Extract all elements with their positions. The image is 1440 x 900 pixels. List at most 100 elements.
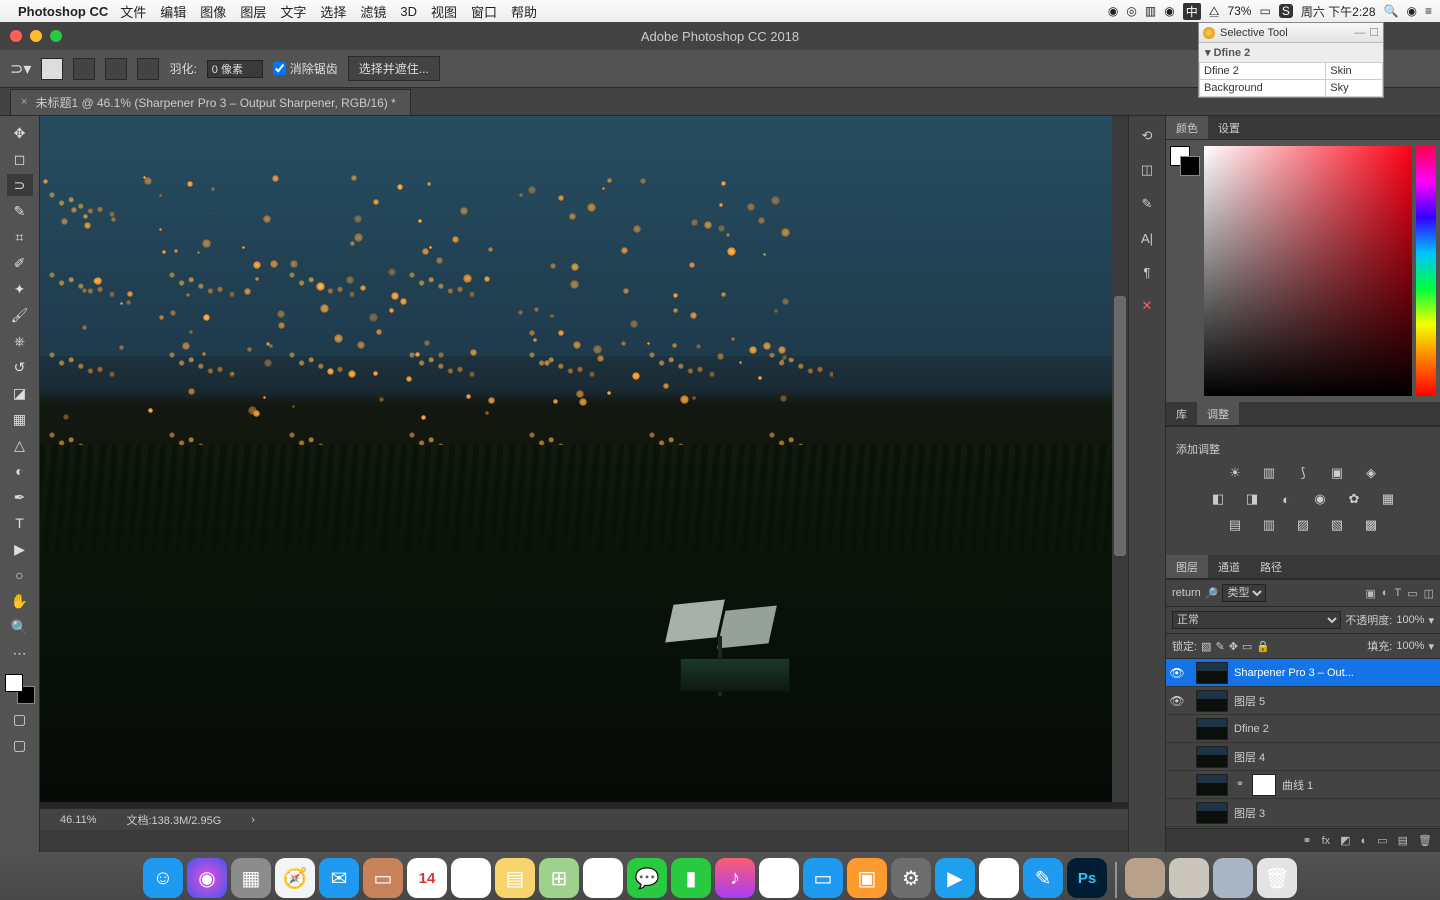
layer-name[interactable]: 图层 5 — [1234, 693, 1436, 709]
layer-thumbnail[interactable] — [1196, 774, 1228, 796]
menu-image[interactable]: 图像 — [200, 2, 226, 21]
antialias-check[interactable] — [273, 62, 286, 75]
tab-close-icon[interactable]: × — [21, 96, 27, 108]
select-and-mask-button[interactable]: 选择并遮住... — [348, 56, 440, 81]
menu-type[interactable]: 文字 — [280, 2, 306, 21]
menu-filter[interactable]: 滤镜 — [360, 2, 386, 21]
selective-cell[interactable]: Dfine 2 — [1200, 63, 1326, 80]
dock-maps-icon[interactable]: ⊞ — [539, 858, 579, 898]
antialias-checkbox[interactable]: 消除锯齿 — [273, 60, 338, 77]
vibrance-icon[interactable]: ◈ — [1361, 465, 1381, 481]
selective-cell[interactable]: Skin — [1326, 63, 1383, 80]
layer-thumbnail[interactable] — [1196, 802, 1228, 824]
layer-name[interactable]: Dfine 2 — [1234, 723, 1436, 735]
selective-tool-titlebar[interactable]: Selective Tool — ☐ — [1199, 23, 1383, 43]
tab-layers[interactable]: 图层 — [1166, 555, 1208, 578]
fill-value[interactable]: 100% — [1396, 640, 1424, 652]
dock-thumb3-icon[interactable] — [1213, 858, 1253, 898]
channel-mixer-icon[interactable]: ✿ — [1344, 491, 1364, 507]
close-panel-icon[interactable]: ✕ — [1137, 296, 1157, 316]
crop-tool[interactable]: ⌗ — [7, 226, 33, 248]
layer-row[interactable]: ⚭曲线 1 — [1166, 771, 1440, 799]
type-tool[interactable]: T — [7, 512, 33, 534]
selective-color-icon[interactable]: ▩ — [1361, 517, 1381, 533]
group-icon[interactable]: ▭ — [1377, 834, 1387, 847]
dock-mail-icon[interactable]: ✉ — [319, 858, 359, 898]
history-panel-icon[interactable]: ⟲ — [1137, 126, 1157, 146]
color-swatch-control[interactable] — [5, 674, 35, 704]
layer-row[interactable]: 图层 4 — [1166, 743, 1440, 771]
dock-sysprefs-icon[interactable]: ⚙ — [891, 858, 931, 898]
zoom-tool[interactable]: 🔍 — [7, 616, 33, 638]
brush-tool[interactable]: 🖌 — [7, 304, 33, 326]
dock-finder-icon[interactable]: ☺ — [143, 858, 183, 898]
selection-new-icon[interactable] — [41, 58, 63, 80]
fx-icon[interactable]: fx — [1322, 835, 1331, 847]
menu-3d[interactable]: 3D — [400, 4, 417, 19]
layer-thumbnail[interactable] — [1196, 690, 1228, 712]
layer-kind-filter[interactable]: 类型 — [1222, 584, 1266, 602]
new-icon[interactable]: ▤ — [1398, 834, 1408, 847]
move-tool[interactable]: ✥ — [7, 122, 33, 144]
tab-color[interactable]: 颜色 — [1166, 116, 1208, 139]
siri-icon[interactable]: ◉ — [1407, 4, 1417, 18]
lock-artboard-icon[interactable]: ▭ — [1242, 640, 1252, 653]
selection-add-icon[interactable] — [73, 58, 95, 80]
screen-mode-icon[interactable]: ▢ — [7, 734, 33, 756]
brightness-icon[interactable]: ☀ — [1225, 465, 1245, 481]
dock-numbers-icon[interactable]: ▥ — [759, 858, 799, 898]
dock-calendar-icon[interactable]: 14 — [407, 858, 447, 898]
patch-tool[interactable]: ✦ — [7, 278, 33, 300]
opacity-flyout-icon[interactable]: ▾ — [1428, 614, 1434, 627]
link-icon[interactable]: ⚭ — [1302, 834, 1311, 847]
dock-pencil-icon[interactable]: ✎ — [1023, 858, 1063, 898]
layer-thumbnail[interactable] — [1196, 662, 1228, 684]
vertical-scrollbar[interactable] — [1112, 116, 1128, 802]
layer-thumbnail[interactable] — [1196, 718, 1228, 740]
dock-itunes-icon[interactable]: ♪ — [715, 858, 755, 898]
threshold-icon[interactable]: ▨ — [1293, 517, 1313, 533]
layer-name[interactable]: 图层 3 — [1234, 805, 1436, 821]
selective-minimize-icon[interactable]: — — [1354, 27, 1365, 39]
tab-adjustments[interactable]: 调整 — [1197, 402, 1239, 425]
battery-percent[interactable]: 73% — [1227, 4, 1251, 18]
balance-icon[interactable]: ◐ — [1276, 491, 1296, 507]
visibility-toggle-icon[interactable]: 👁 — [1166, 694, 1188, 708]
dock-keynote-icon[interactable]: ▭ — [803, 858, 843, 898]
feather-input[interactable] — [207, 60, 263, 78]
search-icon[interactable]: 🔎 — [1205, 587, 1219, 600]
dock-safari-icon[interactable]: 🧭 — [275, 858, 315, 898]
trash-icon[interactable]: 🗑 — [1418, 834, 1432, 847]
edit-toolbar[interactable]: ⋯ — [7, 642, 33, 664]
layer-mask-thumbnail[interactable] — [1252, 774, 1276, 796]
layer-row[interactable]: 👁Sharpener Pro 3 – Out... — [1166, 659, 1440, 687]
curves-icon[interactable]: ⟆ — [1293, 465, 1313, 481]
layer-thumbnail[interactable] — [1196, 746, 1228, 768]
gradient-map-icon[interactable]: ▧ — [1327, 517, 1347, 533]
current-tool-icon[interactable]: ⊃▾ — [10, 59, 31, 79]
window-minimize-button[interactable] — [30, 30, 42, 42]
photo-filter-icon[interactable]: ◉ — [1310, 491, 1330, 507]
dock-facetime-icon[interactable]: ▮ — [671, 858, 711, 898]
dock-photoshop-icon[interactable]: Ps — [1067, 858, 1107, 898]
eyedropper-tool[interactable]: ✐ — [7, 252, 33, 274]
mask-icon[interactable]: ◩ — [1340, 834, 1350, 847]
character-panel-icon[interactable]: A| — [1137, 228, 1157, 248]
zoom-value[interactable]: 46.11% — [60, 814, 97, 826]
dock-trash-icon[interactable]: 🗑 — [1257, 858, 1297, 898]
layer-name[interactable]: 图层 4 — [1234, 749, 1436, 765]
exposure-icon[interactable]: ▣ — [1327, 465, 1347, 481]
ime-status-icon[interactable]: 中 — [1183, 3, 1201, 20]
filter-type-icon[interactable]: T — [1394, 587, 1401, 600]
wifi-icon[interactable]: ⧋ — [1209, 4, 1220, 19]
eraser-tool[interactable]: ◪ — [7, 382, 33, 404]
dock-contacts-icon[interactable]: ▭ — [363, 858, 403, 898]
marquee-tool[interactable]: ◻ — [7, 148, 33, 170]
opacity-value[interactable]: 100% — [1396, 614, 1424, 626]
menu-help[interactable]: 帮助 — [511, 2, 537, 21]
dock-ibooks-icon[interactable]: ▣ — [847, 858, 887, 898]
clock[interactable]: 周六 下午2:28 — [1301, 3, 1376, 20]
battery-icon[interactable]: ▭ — [1259, 4, 1270, 18]
pen-tool[interactable]: ✒ — [7, 486, 33, 508]
lock-all-icon[interactable]: 🔒 — [1256, 640, 1270, 653]
